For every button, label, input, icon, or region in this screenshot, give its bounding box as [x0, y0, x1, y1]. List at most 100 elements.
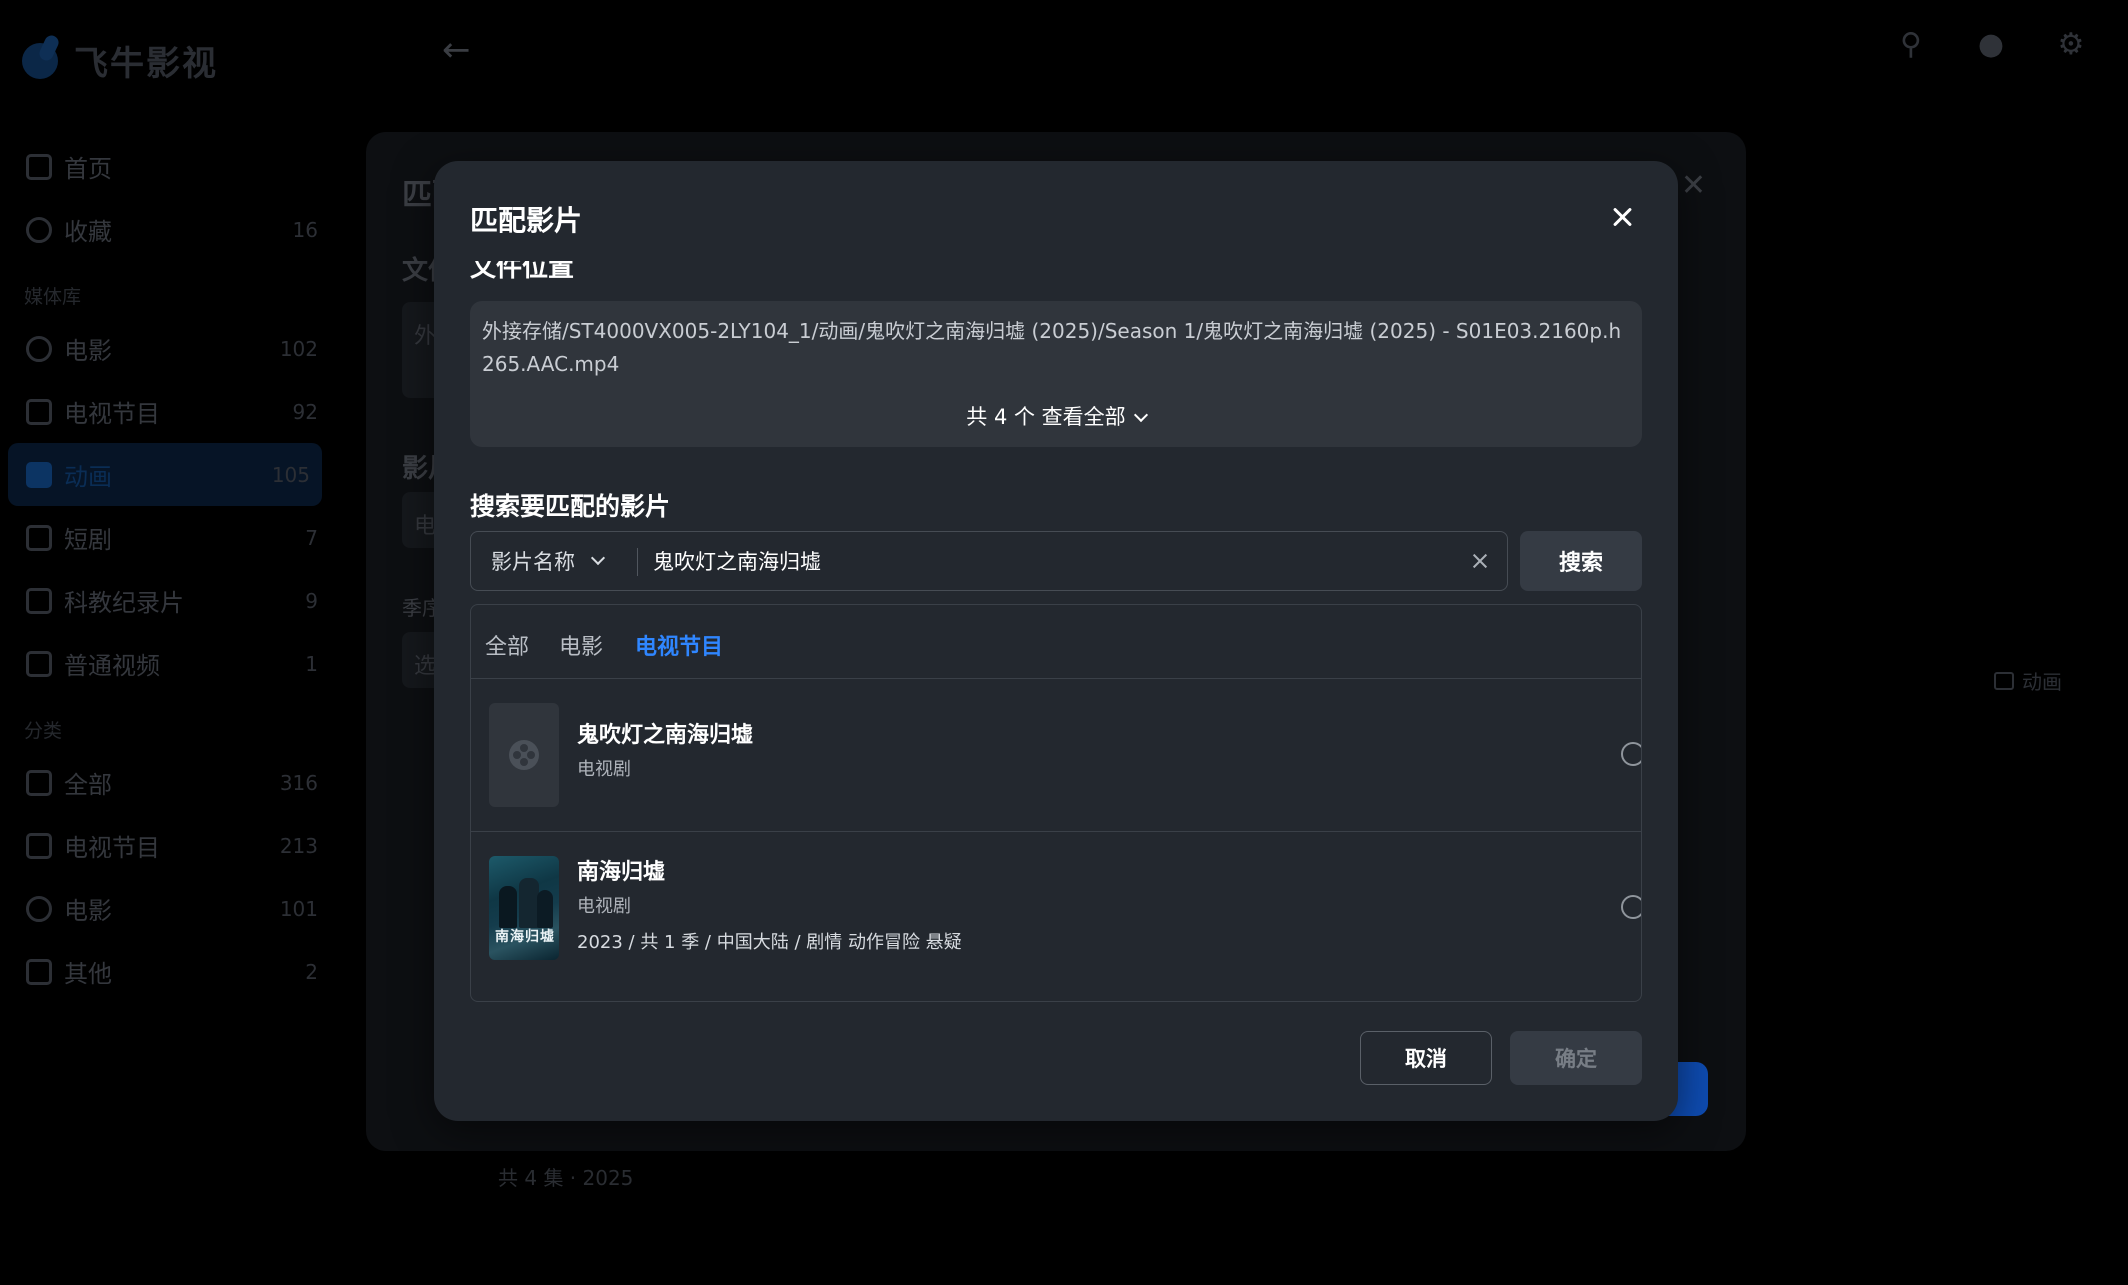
tab-movies[interactable]: 电影 — [559, 629, 603, 661]
heart-icon — [26, 216, 52, 243]
tv-icon — [26, 398, 52, 425]
sidebar-item-count: 16 — [292, 217, 318, 242]
result-title: 南海归墟 — [577, 860, 666, 885]
sidebar-item-label: 电视节目 — [64, 834, 160, 862]
film-reel-icon — [26, 895, 52, 922]
background-tag: 动画 — [1994, 666, 2062, 695]
match-film-modal: 匹配影片 文件位置 外接存储/ST4000VX005-2LY104_1/动画/鬼… — [434, 161, 1678, 1121]
sidebar-item-count: 105 — [271, 462, 310, 487]
sidebar-item-tv-category[interactable]: 电视节目 213 — [0, 814, 330, 877]
home-icon — [26, 153, 52, 180]
search-bar: 影片名称 — [470, 531, 1508, 591]
sidebar-item-label: 其他 — [64, 960, 112, 988]
sidebar-item-label: 动画 — [64, 463, 112, 491]
result-tabs: 全部 电影 电视节目 — [471, 605, 1641, 679]
result-title: 鬼吹灯之南海归墟 — [577, 723, 754, 748]
sidebar-section-library: 媒体库 — [24, 286, 82, 308]
search-icon[interactable]: ⚲ — [1894, 28, 1928, 62]
poster-title: 南海归墟 — [495, 929, 555, 945]
background-episode-info: 共 4 集 · 2025 — [498, 1166, 634, 1190]
sidebar-item-label: 全部 — [64, 771, 112, 799]
sidebar-item-videos[interactable]: 普通视频 1 — [0, 632, 330, 695]
sidebar-section-categories: 分类 — [24, 720, 63, 742]
close-icon[interactable] — [1608, 203, 1638, 233]
brand-logo-icon — [18, 33, 62, 87]
folder-icon — [1994, 671, 2014, 690]
clear-icon[interactable] — [1467, 548, 1493, 574]
sidebar-item-count: 9 — [305, 588, 318, 613]
search-results: 全部 电影 电视节目 鬼吹灯之南海归墟 电视剧 南海归墟 南海归墟 电视剧 20… — [470, 604, 1642, 1002]
sidebar-item-label: 普通视频 — [64, 652, 160, 680]
sidebar-item-label: 电视节目 — [64, 400, 160, 428]
result-type: 电视剧 — [577, 759, 631, 780]
result-radio[interactable] — [1621, 742, 1641, 766]
poster-placeholder-icon — [489, 703, 559, 807]
view-all-files-button[interactable]: 共 4 个 查看全部 — [470, 401, 1642, 431]
brand-name: 飞牛影视 — [74, 43, 218, 84]
sidebar-item-count: 1 — [305, 651, 318, 676]
background-close-icon: ✕ — [1680, 168, 1706, 203]
sidebar-item-home[interactable]: 首页 — [0, 135, 330, 198]
folder-icon — [26, 958, 52, 985]
sidebar-item-label: 收藏 — [64, 218, 112, 246]
sidebar-item-count: 2 — [305, 959, 318, 984]
sidebar-item-tv[interactable]: 电视节目 92 — [0, 380, 330, 443]
folder-icon — [26, 650, 52, 677]
file-path: 外接存储/ST4000VX005-2LY104_1/动画/鬼吹灯之南海归墟 (2… — [482, 319, 1622, 376]
user-icon[interactable]: ● — [1974, 28, 2008, 62]
result-poster: 南海归墟 — [489, 856, 559, 960]
tab-tv[interactable]: 电视节目 — [635, 629, 723, 661]
confirm-button[interactable]: 确定 — [1510, 1031, 1642, 1085]
sidebar-item-label: 电影 — [64, 897, 112, 925]
sidebar-item-anime[interactable]: 动画 105 — [8, 443, 322, 506]
sidebar-item-label: 短剧 — [64, 526, 112, 554]
file-location-label-wrapper: 文件位置 — [470, 261, 870, 283]
file-location-box: 外接存储/ST4000VX005-2LY104_1/动画/鬼吹灯之南海归墟 (2… — [470, 301, 1642, 447]
view-all-label: 共 4 个 查看全部 — [966, 405, 1126, 429]
sidebar-item-count: 101 — [279, 896, 318, 921]
search-divider — [637, 548, 638, 576]
sidebar-item-count: 7 — [305, 525, 318, 550]
sidebar-item-documentary[interactable]: 科教纪录片 9 — [0, 569, 330, 632]
sidebar-item-all[interactable]: 全部 316 — [0, 751, 330, 814]
background-tag-label: 动画 — [2022, 670, 2062, 694]
back-arrow-icon[interactable]: ← — [442, 30, 471, 70]
search-button[interactable]: 搜索 — [1520, 531, 1642, 591]
tv-icon — [26, 524, 52, 551]
result-radio[interactable] — [1621, 895, 1641, 919]
sidebar: 首页 收藏 16 媒体库 电影 102 电视节目 92 动画 105 短剧 7 — [0, 135, 330, 1003]
film-reel-icon — [26, 335, 52, 362]
cancel-button[interactable]: 取消 — [1360, 1031, 1492, 1085]
chevron-down-icon — [1133, 407, 1148, 423]
sidebar-item-movie-category[interactable]: 电影 101 — [0, 877, 330, 940]
sidebar-item-other[interactable]: 其他 2 — [0, 940, 330, 1003]
sidebar-item-label: 电影 — [64, 337, 112, 365]
tv-icon — [26, 832, 52, 859]
result-item[interactable]: 鬼吹灯之南海归墟 电视剧 — [471, 679, 1641, 832]
tab-all[interactable]: 全部 — [485, 629, 529, 661]
folder-icon — [26, 461, 52, 488]
result-item[interactable]: 南海归墟 南海归墟 电视剧 2023 / 共 1 季 / 中国大陆 / 剧情 动… — [471, 832, 1641, 1001]
modal-title: 匹配影片 — [470, 204, 583, 237]
brand: 飞牛影视 — [18, 30, 218, 90]
search-input[interactable] — [651, 538, 1431, 584]
chevron-down-icon — [590, 550, 606, 566]
search-section-title: 搜索要匹配的影片 — [470, 492, 671, 521]
search-type-select[interactable]: 影片名称 — [471, 532, 637, 590]
sidebar-item-label: 首页 — [64, 155, 112, 183]
result-meta: 2023 / 共 1 季 / 中国大陆 / 剧情 动作冒险 悬疑 — [577, 932, 962, 953]
sidebar-item-shorts[interactable]: 短剧 7 — [0, 506, 330, 569]
sidebar-item-count: 213 — [279, 833, 318, 858]
sidebar-item-count: 102 — [279, 336, 318, 361]
search-type-label: 影片名称 — [491, 550, 575, 574]
sidebar-item-movies[interactable]: 电影 102 — [0, 317, 330, 380]
sidebar-item-count: 92 — [292, 399, 318, 424]
sidebar-item-count: 316 — [279, 770, 318, 795]
top-icons: ⚲ ● ⚙ — [1894, 28, 2088, 62]
file-location-label: 文件位置 — [470, 261, 575, 283]
gear-icon[interactable]: ⚙ — [2054, 28, 2088, 62]
sidebar-item-favorites[interactable]: 收藏 16 — [0, 198, 330, 261]
sidebar-item-label: 科教纪录片 — [64, 589, 184, 617]
tv-icon — [26, 587, 52, 614]
grid-icon — [26, 769, 52, 796]
